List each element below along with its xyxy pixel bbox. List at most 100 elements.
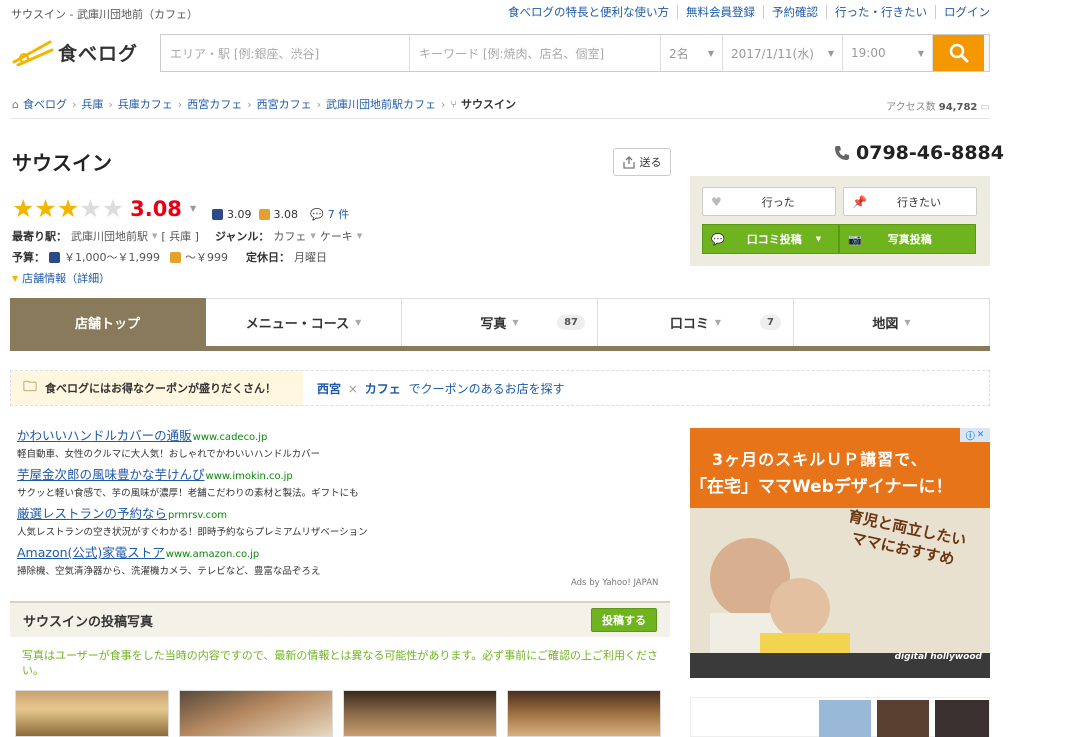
- coupon-genre[interactable]: カフェ: [365, 382, 401, 396]
- genre-1[interactable]: カフェ: [273, 228, 306, 244]
- search-button[interactable]: [933, 35, 984, 71]
- ad-title[interactable]: かわいいハンドルカバーの通販: [17, 428, 192, 443]
- chevron-down-icon: ▼: [815, 235, 822, 243]
- breadcrumb-separator: ›: [71, 97, 77, 111]
- breadcrumb-item[interactable]: 西宮カフェ: [257, 96, 312, 112]
- went-button[interactable]: ♥ 行った: [702, 187, 836, 216]
- access-label: アクセス数: [886, 102, 936, 113]
- lunch-score: 3.08: [273, 207, 299, 221]
- station[interactable]: 武庫川団地前駅: [71, 228, 148, 244]
- reservation-check-link[interactable]: 予約確認: [764, 5, 827, 19]
- ad-desc: 軽自動車、女性のクルマに大人気！おしゃれでかわいいハンドルカバー: [17, 449, 321, 460]
- close-icon: ✕: [976, 430, 985, 440]
- register-link[interactable]: 無料会員登録: [678, 5, 764, 19]
- fork-knife-icon: ⑂: [450, 97, 458, 111]
- nearest-label: 最寄り駅：: [12, 230, 67, 243]
- top-bar: サウスイン - 武庫川団地前（カフェ） 食べログの特長と便利な使い方 無料会員登…: [0, 0, 1073, 26]
- genre-2[interactable]: ケーキ: [320, 228, 353, 244]
- went-want-link[interactable]: 行った・行きたい: [827, 5, 936, 19]
- review-post-button[interactable]: 💬 口コミ投稿 ▼: [702, 224, 839, 254]
- page-title: サウスイン - 武庫川団地前（カフェ）: [11, 8, 198, 21]
- photo-post-button[interactable]: 📷 写真投稿: [839, 224, 976, 254]
- ad-title[interactable]: 厳選レストランの予約なら: [17, 506, 167, 521]
- budget-night: ￥1,000～￥1,999: [64, 251, 160, 264]
- chevron-down-icon: ▼: [707, 48, 714, 58]
- chevron-down-icon[interactable]: ▼: [190, 204, 196, 213]
- ad-title[interactable]: Amazon(公式)家電ストア: [17, 545, 165, 560]
- breadcrumb-separator: ›: [108, 97, 113, 111]
- breadcrumb-item[interactable]: 西宮カフェ: [187, 96, 242, 112]
- coupon-search[interactable]: 西宮 × カフェ でクーポンのあるお店を探す: [303, 380, 565, 397]
- tab-menu[interactable]: メニュー・コース ▼: [206, 298, 402, 346]
- keyword-input[interactable]: キーワード [例:焼肉、店名、個室]: [410, 35, 661, 71]
- access-count: アクセス数 94,782 ▭: [886, 98, 990, 113]
- shop-tabs: 店舗トップ メニュー・コース ▼ 写真 ▼ 87 口コミ ▼ 7 地図 ▼: [10, 298, 990, 351]
- ad-item[interactable]: 芋屋金次郎の風味豊かな芋けんぴwww.imokin.co.jp サクッと軽い食感…: [17, 464, 667, 499]
- coupon-times: ×: [347, 381, 358, 396]
- ad-item[interactable]: 厳選レストランの予約ならprmrsv.com 人気レストランの空き状況がすぐわか…: [17, 503, 667, 538]
- ad-title[interactable]: 芋屋金次郎の風味豊かな芋けんぴ: [17, 467, 205, 482]
- ads-by-label[interactable]: Ads by Yahoo! JAPAN: [571, 578, 658, 588]
- tab-photos[interactable]: 写真 ▼ 87: [402, 298, 598, 346]
- coupon-area[interactable]: 西宮: [317, 382, 341, 396]
- logo-text: 食べログ: [58, 42, 139, 65]
- ad-url[interactable]: www.cadeco.jp: [193, 432, 268, 443]
- tab-reviews[interactable]: 口コミ ▼ 7: [598, 298, 794, 346]
- chevron-down-icon: ▼: [310, 232, 316, 240]
- send-button[interactable]: 送る: [613, 148, 671, 176]
- banner-ad[interactable]: 3ヶ月のスキルＵＰ講習で、 「在宅」ママWebデザイナーに！ 育児と両立したいマ…: [690, 428, 990, 678]
- ad-url[interactable]: prmrsv.com: [168, 510, 227, 521]
- adchoices-icon[interactable]: ⓘ ✕: [960, 428, 990, 442]
- photo-thumbnail[interactable]: [179, 690, 333, 737]
- people-select[interactable]: 2名 ▼: [661, 35, 723, 71]
- ad-image: [935, 700, 989, 737]
- photo-thumbnail[interactable]: [507, 690, 661, 737]
- photo-thumbnail[interactable]: [343, 690, 497, 737]
- review-count[interactable]: 7 件: [328, 206, 350, 222]
- chevron-down-icon: ▼: [714, 318, 722, 327]
- breadcrumb-item[interactable]: 食べログ: [23, 96, 67, 112]
- post-photo-button[interactable]: 投稿する: [591, 608, 657, 632]
- date-value: 2017/1/11(水): [731, 46, 814, 61]
- ad-desc: 人気レストランの空き状況がすぐわかる！即時予約ならプレミアムリザベーション: [17, 527, 368, 538]
- coupon-banner: 🗀 食べログにはお得なクーポンが盛りだくさん！ 西宮 × カフェ でクーポンのあ…: [10, 370, 990, 406]
- ad-desc: 掃除機、空気清浄器から、洗濯機カメラ、テレビなど、豊富な品ぞろえ: [17, 566, 321, 577]
- breadcrumb-item[interactable]: 兵庫: [81, 96, 103, 112]
- divider: [10, 118, 990, 119]
- tab-top[interactable]: 店舗トップ: [10, 298, 206, 346]
- want-label: 行きたい: [896, 195, 941, 209]
- tab-label: メニュー・コース: [245, 317, 350, 332]
- tab-map[interactable]: 地図 ▼: [794, 298, 990, 346]
- phone-number[interactable]: 0798-46-8884: [856, 142, 1004, 164]
- login-link[interactable]: ログイン: [936, 5, 990, 19]
- shop-info-link[interactable]: 店舗情報（詳細）: [22, 270, 110, 286]
- breadcrumb-item[interactable]: 武庫川団地前駅カフェ: [326, 96, 436, 112]
- coupon-left: 🗀 食べログにはお得なクーポンが盛りだくさん！: [11, 371, 303, 405]
- people-value: 2名: [669, 46, 689, 61]
- holiday: 月曜日: [293, 251, 327, 264]
- photo-thumbnail[interactable]: [15, 690, 169, 737]
- date-select[interactable]: 2017/1/11(水) ▼: [723, 35, 843, 71]
- chevron-down-icon: ▼: [917, 48, 924, 58]
- want-button[interactable]: 📌 行きたい: [843, 187, 977, 216]
- info-icon: ⓘ: [965, 431, 975, 442]
- budget-row: 予算： ￥1,000～￥1,999 ～￥999 定休日： 月曜日: [12, 249, 327, 265]
- chevron-down-icon: ▼: [512, 318, 519, 327]
- station-pref[interactable]: [ 兵庫 ]: [161, 228, 199, 244]
- ad-item[interactable]: かわいいハンドルカバーの通販www.cadeco.jp 軽自動車、女性のクルマに…: [17, 425, 667, 460]
- folder-icon: 🗀: [23, 379, 37, 395]
- ad-url[interactable]: www.imokin.co.jp: [206, 471, 293, 482]
- rating-score: 3.08: [130, 196, 182, 221]
- breadcrumb-item[interactable]: 兵庫カフェ: [118, 96, 173, 112]
- coupon-suffix[interactable]: でクーポンのあるお店を探す: [409, 382, 565, 396]
- features-link[interactable]: 食べログの特長と便利な使い方: [500, 5, 678, 19]
- time-select[interactable]: 19:00 ▼: [843, 35, 933, 71]
- chevron-down-icon: ▼: [355, 318, 362, 327]
- chevron-down-icon: ▼: [356, 232, 363, 240]
- secondary-ad[interactable]: [690, 697, 990, 737]
- tabelog-logo[interactable]: 食べログ: [12, 38, 138, 66]
- star-icon: ★: [12, 194, 35, 223]
- ad-item[interactable]: Amazon(公式)家電ストアwww.amazon.co.jp 掃除機、空気清浄…: [17, 542, 667, 577]
- area-input[interactable]: エリア・駅 [例:銀座、渋谷]: [161, 35, 410, 71]
- ad-url[interactable]: www.amazon.co.jp: [166, 549, 259, 560]
